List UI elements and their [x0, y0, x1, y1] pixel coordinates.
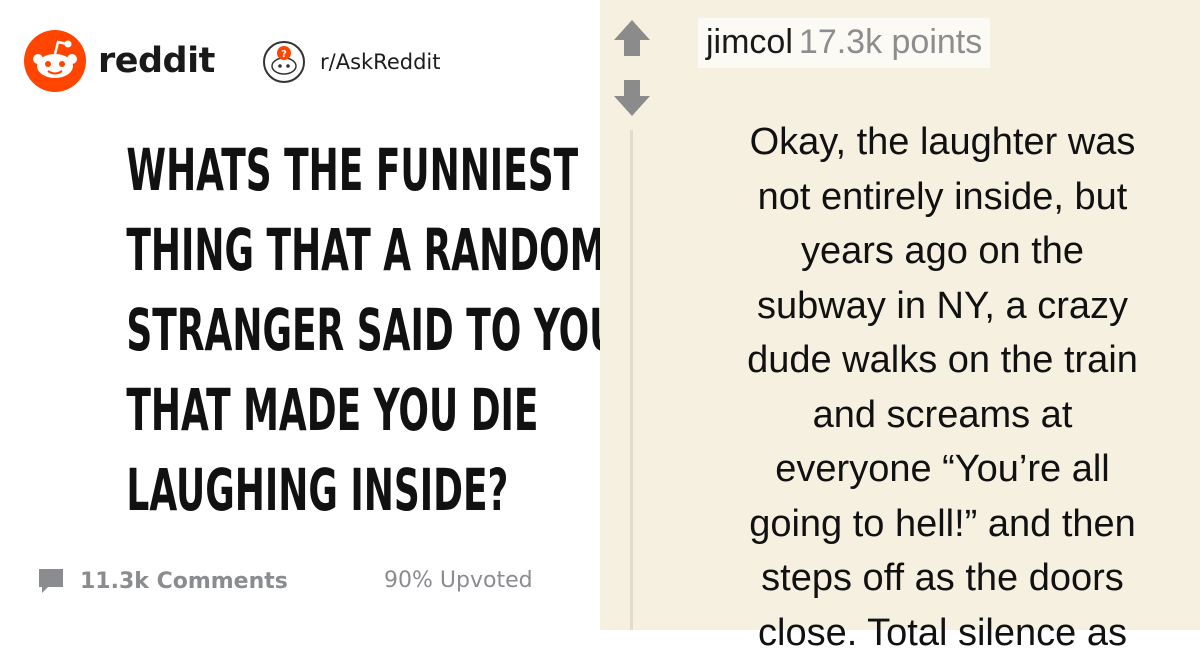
comment-line: steps off as the doors	[670, 551, 1200, 606]
brand-wordmark: reddit	[98, 41, 215, 81]
post-title-line: that made you die	[126, 370, 473, 450]
comment-line: years ago on the	[670, 224, 1200, 279]
post-title-line: Whats the funniest	[126, 130, 473, 210]
svg-text:?: ?	[281, 49, 287, 60]
upvote-arrow-icon[interactable]	[612, 18, 652, 58]
comment-line: and screams at	[670, 388, 1200, 443]
comment-line: dude walks on the train	[670, 333, 1200, 388]
comment-line: Okay, the laughter was	[670, 115, 1200, 170]
comments-link[interactable]: 11.3k Comments	[36, 566, 288, 596]
reddit-alien-icon	[24, 30, 86, 92]
comment-line: everyone “You’re all	[670, 442, 1200, 497]
thread-line[interactable]	[630, 130, 633, 630]
post-panel: reddit ? r/AskReddit Whats the funniest …	[0, 0, 600, 630]
comment-body: Okay, the laughter was not entirely insi…	[670, 115, 1200, 660]
subreddit-link[interactable]: ? r/AskReddit	[262, 40, 440, 84]
post-title-line: thing that a random	[126, 210, 473, 290]
comment-line: going to hell!” and then	[670, 497, 1200, 552]
comments-count: 11.3k Comments	[80, 569, 288, 594]
speech-bubble-icon	[36, 566, 66, 596]
post-title: Whats the funniest thing that a random s…	[126, 130, 473, 530]
post-title-line: laughing inside?	[126, 450, 473, 530]
reddit-brand[interactable]: reddit	[24, 30, 215, 92]
comment-line: not entirely inside, but	[670, 170, 1200, 225]
askreddit-icon: ?	[262, 40, 306, 84]
comment-line: subway in NY, a crazy	[670, 279, 1200, 334]
downvote-arrow-icon[interactable]	[612, 78, 652, 118]
comment-line: close. Total silence as	[670, 606, 1200, 660]
comment-username[interactable]: jimcol	[706, 23, 793, 61]
upvote-ratio: 90% Upvoted	[384, 568, 533, 593]
post-title-line: stranger said to you	[126, 290, 473, 370]
subreddit-name: r/AskReddit	[320, 50, 440, 74]
comment-points: 17.3k points	[799, 23, 982, 61]
comment-byline: jimcol17.3k points	[698, 18, 990, 68]
